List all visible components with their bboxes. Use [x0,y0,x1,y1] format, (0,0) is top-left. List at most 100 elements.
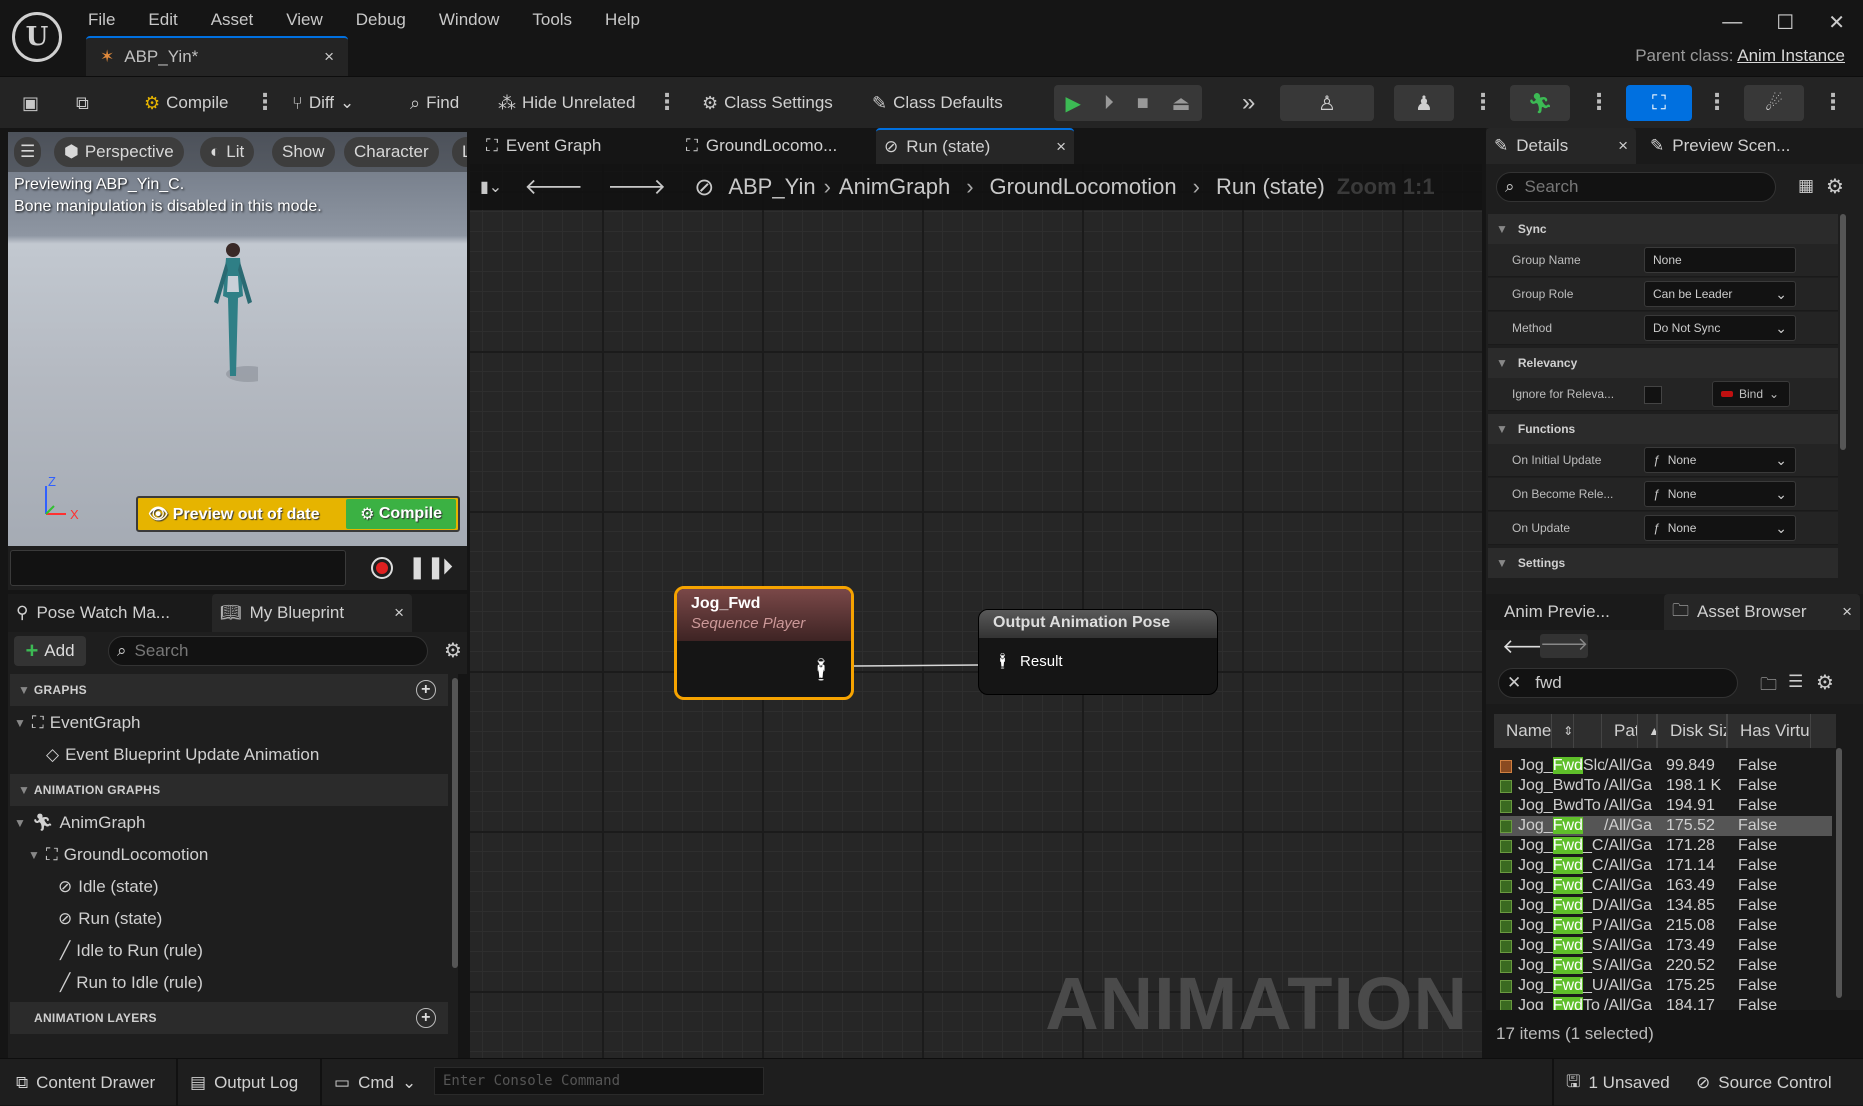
tree-run-to-idle[interactable]: ╱ Run to Idle (rule) [60,968,203,998]
close-tab-icon[interactable]: × [1618,136,1628,156]
my-blueprint-search-input[interactable]: ⌕ Search [108,636,428,666]
add-graph-icon[interactable]: + [416,680,436,700]
content-drawer-button[interactable]: ⧉ Content Drawer [16,1067,155,1099]
play-icon[interactable]: ▶ [1065,91,1080,116]
asset-table-scrollbar[interactable] [1836,748,1842,998]
bind-dropdown[interactable]: Bind ⌄ [1712,381,1790,407]
section-graphs[interactable]: ▼ GRAPHS + [10,674,448,706]
breadcrumb-groundlocomotion[interactable]: GroundLocomotion [990,174,1177,200]
eject-icon[interactable]: ⏏ [1172,91,1191,116]
tab-my-blueprint[interactable]: 📖︎ My Blueprint × [212,594,412,632]
parent-class-link[interactable]: Anim Instance [1737,46,1845,65]
on-update-dropdown[interactable]: ƒ None ⌄ [1644,515,1796,541]
column-path[interactable]: Path ▲ [1602,714,1658,748]
asset-row[interactable]: Jog_Fwd_S/All/Ga 220.52 False [1500,956,1832,976]
section-settings[interactable]: ▼ Settings [1488,548,1838,578]
asset-row[interactable]: Jog_Fwd_U/All/Ga 175.25 False [1500,976,1832,996]
menu-edit[interactable]: Edit [148,10,177,30]
node-output-pose[interactable]: Output Animation Pose 🕴︎ Result [978,609,1218,695]
settings-gear-icon[interactable]: ⚙ [444,638,462,663]
tab-ground-locomotion[interactable]: ⛶ GroundLocomo... [678,128,845,164]
show-button[interactable]: Show [272,137,335,167]
tab-run-state[interactable]: ⊘ Run (state) × [876,128,1074,164]
physics-options-icon[interactable]: ⋮ [1822,89,1844,115]
close-tab-icon[interactable]: × [394,603,404,623]
section-animation-layers[interactable]: ANIMATION LAYERS + [10,1002,448,1034]
animation-mode-button[interactable]: 🏃︎ [1510,85,1570,121]
column-has-virtual[interactable]: Has Virtu [1728,714,1836,748]
tree-idle-to-run[interactable]: ╱ Idle to Run (rule) [60,936,203,966]
bookmark-icon[interactable]: ▮⌄ [480,177,502,197]
compile-button[interactable]: ⚙ Compile [144,87,229,119]
preview-viewport[interactable]: ☰ ⬢ Perspective ◐ Lit Show Character L Pre… [8,132,467,546]
asset-row[interactable]: Jog_Fwd_S/All/Ga 173.49 False [1500,936,1832,956]
close-tab-icon[interactable]: × [1056,137,1066,157]
settings-gear-icon[interactable]: ⚙ [1826,174,1844,199]
column-name[interactable]: Name ⇕ [1494,714,1602,748]
step-forward-icon[interactable]: ⏵ [442,554,453,580]
on-become-relevant-dropdown[interactable]: ƒ None ⌄ [1644,481,1796,507]
mesh-options-icon[interactable]: ⋮ [1472,89,1494,115]
section-relevancy[interactable]: ▼ Relevancy [1488,348,1838,378]
console-command-input[interactable]: Enter Console Command [434,1067,764,1095]
maximize-icon[interactable]: ☐ [1776,10,1794,35]
asset-search-input[interactable]: ✕ fwd [1498,668,1738,698]
forward-arrow-icon[interactable]: 🡒 [1540,634,1588,658]
details-scrollbar[interactable] [1840,214,1846,450]
back-arrow-icon[interactable]: 🡐 [524,174,583,200]
tree-event-graph[interactable]: ▼ ⛶ EventGraph [14,708,141,738]
perspective-button[interactable]: ⬢ Perspective [54,137,184,167]
skip-icon[interactable]: » [1242,87,1255,119]
breadcrumb-abp[interactable]: ABP_Yin [728,174,815,200]
close-tab-icon[interactable]: × [324,47,334,67]
tree-anim-graph[interactable]: ▼ 🏃︎ AnimGraph [14,808,145,838]
asset-row[interactable]: Jog_BwdTo/All/Ga 198.1 K False [1500,776,1832,796]
forward-arrow-icon[interactable]: 🡒 [607,174,666,200]
step-icon[interactable]: ⏵ [1104,92,1114,115]
section-animation-graphs[interactable]: ▼ ANIMATION GRAPHS [10,774,448,806]
blueprint-options-icon[interactable]: ⋮ [1706,89,1728,115]
details-search-input[interactable]: ⌕ Search [1496,172,1776,202]
group-role-dropdown[interactable]: Can be Leader ⌄ [1644,281,1796,307]
asset-row[interactable]: Jog_FwdTo/All/Ga 184.17 False [1500,996,1832,1010]
folder-filter-icon[interactable]: 🗀 [1760,672,1777,701]
settings-gear-icon[interactable]: ⚙ [1816,670,1834,695]
unsaved-button[interactable]: 🖫 1 Unsaved [1566,1067,1670,1099]
viewport-menu-button[interactable]: ☰ [14,137,42,167]
section-functions[interactable]: ▼ Functions [1488,414,1838,444]
tab-event-graph[interactable]: ⛶ Event Graph [478,128,609,164]
clear-search-icon[interactable]: ✕ [1507,673,1521,693]
tree-ground-locomotion[interactable]: ▼ ⛶ GroundLocomotion [28,840,208,870]
tab-pose-watch[interactable]: ⚲ Pose Watch Ma... [8,594,208,632]
class-defaults-button[interactable]: ✎ Class Defaults [872,87,1003,119]
section-sync[interactable]: ▼ Sync [1488,214,1838,244]
ignore-relevancy-checkbox[interactable] [1644,386,1662,404]
close-tab-icon[interactable]: × [1842,602,1852,622]
lit-button[interactable]: ◐ Lit [200,137,255,167]
breadcrumb-run-state[interactable]: Run (state) [1216,174,1325,200]
animation-options-icon[interactable]: ⋮ [1588,89,1610,115]
asset-row[interactable]: Jog_Fwd/All/Ga 175.52 False [1500,816,1832,836]
tree-event-update[interactable]: ◇ Event Blueprint Update Animation [46,740,319,770]
minimize-icon[interactable]: — [1722,11,1742,34]
tab-asset-browser[interactable]: 🗀 Asset Browser × [1664,594,1860,630]
hide-unrelated-button[interactable]: ⁂ Hide Unrelated [498,87,635,119]
menu-file[interactable]: File [88,10,115,30]
source-control-button[interactable]: ⊘ Source Control [1696,1067,1832,1099]
tree-idle-state[interactable]: ⊘ Idle (state) [58,872,159,902]
browse-button[interactable]: ⧉ [76,87,89,119]
asset-row[interactable]: Jog_Fwd_P/All/Ga 215.08 False [1500,916,1832,936]
menu-help[interactable]: Help [605,10,640,30]
asset-row[interactable]: Jog_Fwd_C/All/Ga 171.28 False [1500,836,1832,856]
asset-row[interactable]: Jog_BwdTo/All/Ga 194.91 False [1500,796,1832,816]
group-name-field[interactable]: None [1644,247,1796,273]
asset-row[interactable]: Jog_Fwd_D/All/Ga 134.85 False [1500,896,1832,916]
viewport-compile-button[interactable]: ⚙ Compile [346,499,456,529]
document-tab[interactable]: ✶ ABP_Yin* × [86,36,348,76]
tree-scrollbar[interactable] [452,678,458,968]
find-button[interactable]: ⌕ Find [410,87,459,119]
unreal-logo-icon[interactable]: U [12,12,62,62]
menu-view[interactable]: View [286,10,323,30]
tree-run-state[interactable]: ⊘ Run (state) [58,904,162,934]
add-button[interactable]: + Add [14,636,86,666]
